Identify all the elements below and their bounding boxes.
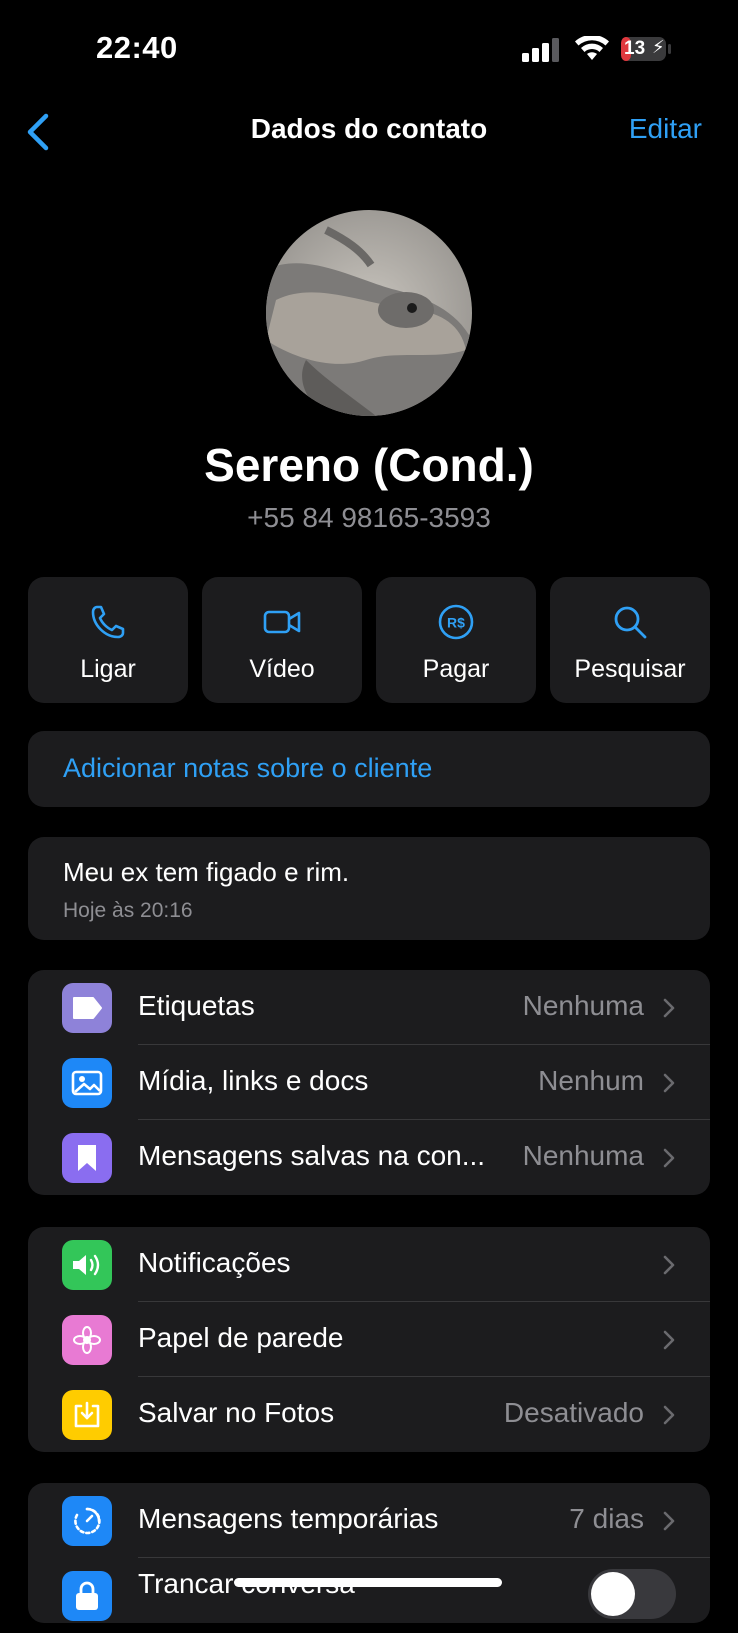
chevron-right-icon bbox=[663, 998, 675, 1018]
chat-settings-group: Notificações Papel de parede Salvar no F… bbox=[28, 1227, 710, 1452]
notifications-row[interactable]: Notificações bbox=[28, 1227, 710, 1302]
about-time: Hoje às 20:16 bbox=[63, 899, 193, 922]
tag-icon bbox=[62, 983, 112, 1033]
wallpaper-row[interactable]: Papel de parede bbox=[28, 1302, 710, 1377]
add-notes-label: Adicionar notas sobre o cliente bbox=[63, 753, 433, 783]
timer-icon bbox=[62, 1496, 112, 1546]
wallpaper-label: Papel de parede bbox=[138, 1322, 344, 1353]
media-links-docs-value: Nenhum bbox=[538, 1065, 644, 1096]
search-icon bbox=[614, 606, 647, 639]
disappearing-messages-row[interactable]: Mensagens temporárias 7 dias bbox=[28, 1483, 710, 1558]
about-text: Meu ex tem figado e rim. bbox=[63, 857, 350, 887]
saved-messages-value: Nenhuma bbox=[522, 1140, 644, 1171]
notifications-label: Notificações bbox=[138, 1247, 291, 1278]
media-links-docs-row[interactable]: Mídia, links e docs Nenhum bbox=[28, 1045, 710, 1120]
saved-messages-label: Mensagens salvas na con... bbox=[138, 1140, 486, 1171]
cellular-signal-icon bbox=[522, 38, 559, 62]
video-button[interactable]: Vídeo bbox=[202, 577, 362, 703]
chevron-right-icon bbox=[663, 1148, 675, 1168]
status-time: 22:40 bbox=[96, 30, 178, 65]
chevron-right-icon bbox=[663, 1330, 675, 1350]
lock-chat-toggle[interactable] bbox=[588, 1569, 676, 1619]
avatar[interactable] bbox=[266, 210, 472, 416]
bookmark-icon bbox=[62, 1133, 112, 1183]
disappearing-messages-value: 7 dias bbox=[569, 1503, 644, 1534]
battery-icon: 13 ⚡ bbox=[620, 36, 672, 62]
video-icon bbox=[263, 610, 301, 634]
contact-phone: +55 84 98165-3593 bbox=[247, 502, 491, 533]
labels-row-value: Nenhuma bbox=[522, 990, 644, 1021]
labels-row[interactable]: Etiquetas Nenhuma bbox=[28, 970, 710, 1045]
phone-icon bbox=[91, 605, 125, 639]
pay-icon-text: R$ bbox=[447, 615, 465, 631]
chevron-right-icon bbox=[663, 1073, 675, 1093]
search-label: Pesquisar bbox=[574, 655, 686, 683]
battery-level: 13 bbox=[624, 38, 646, 59]
chevron-right-icon bbox=[663, 1255, 675, 1275]
save-to-photos-label: Salvar no Fotos bbox=[138, 1397, 335, 1428]
search-button[interactable]: Pesquisar bbox=[550, 577, 710, 703]
lock-icon bbox=[62, 1571, 112, 1621]
edit-button[interactable]: Editar bbox=[629, 113, 702, 145]
labels-row-label: Etiquetas bbox=[138, 990, 255, 1021]
saved-messages-row[interactable]: Mensagens salvas na con... Nenhuma bbox=[28, 1120, 710, 1195]
save-to-photos-row[interactable]: Salvar no Fotos Desativado bbox=[28, 1377, 710, 1452]
media-settings-group: Etiquetas Nenhuma Mídia, links e docs Ne… bbox=[28, 970, 710, 1195]
charging-icon: ⚡ bbox=[652, 37, 665, 57]
flower-icon bbox=[62, 1315, 112, 1365]
wifi-icon bbox=[575, 36, 609, 60]
call-button[interactable]: Ligar bbox=[28, 577, 188, 703]
media-links-docs-label: Mídia, links e docs bbox=[138, 1065, 369, 1096]
home-indicator bbox=[234, 1578, 502, 1587]
pay-label: Pagar bbox=[422, 655, 490, 683]
contact-name: Sereno (Cond.) bbox=[204, 439, 534, 491]
chevron-right-icon bbox=[663, 1511, 675, 1531]
video-label: Vídeo bbox=[249, 655, 315, 683]
speaker-icon bbox=[62, 1240, 112, 1290]
about-card[interactable]: Meu ex tem figado e rim. Hoje às 20:16 bbox=[28, 837, 710, 940]
photo-icon bbox=[62, 1058, 112, 1108]
page-title: Dados do contato bbox=[250, 113, 488, 144]
disappearing-messages-label: Mensagens temporárias bbox=[138, 1503, 439, 1534]
call-label: Ligar bbox=[80, 655, 136, 683]
pay-button[interactable]: R$ Pagar bbox=[376, 577, 536, 703]
pay-icon: R$ bbox=[438, 604, 474, 640]
save-to-photos-value: Desativado bbox=[503, 1397, 644, 1428]
chevron-right-icon bbox=[663, 1405, 675, 1425]
add-notes-button[interactable]: Adicionar notas sobre o cliente bbox=[28, 731, 710, 807]
download-icon bbox=[62, 1390, 112, 1440]
